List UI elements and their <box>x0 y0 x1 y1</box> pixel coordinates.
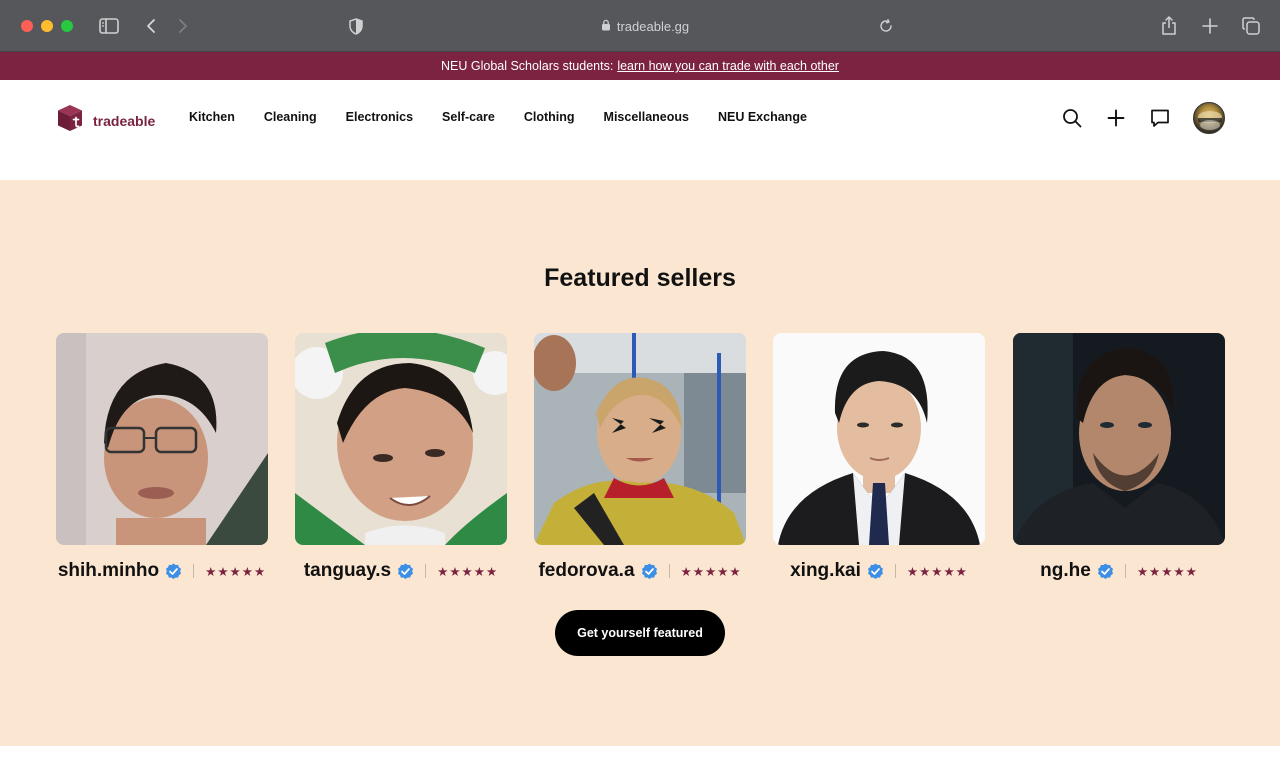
nav-link-cleaning[interactable]: Cleaning <box>264 110 317 124</box>
browser-toolbar: tradeable.gg <box>0 0 1280 52</box>
seller-info: ng.he ★★★★★ <box>1013 560 1225 582</box>
star-rating: ★★★★★ <box>680 564 742 579</box>
seller-card: tanguay.s ★★★★★ <box>295 333 507 581</box>
section-title: Featured sellers <box>544 264 736 292</box>
logo[interactable]: tradeable <box>56 104 155 137</box>
featured-sellers-section: Featured sellers shih.minho ★★★★★ tangua… <box>0 180 1280 746</box>
divider <box>668 564 670 578</box>
seller-name[interactable]: fedorova.a <box>538 560 634 582</box>
announcement-text: NEU Global Scholars students: <box>441 59 614 73</box>
reload-icon[interactable] <box>874 14 898 38</box>
verified-icon <box>165 563 182 580</box>
seller-name[interactable]: xing.kai <box>790 560 861 582</box>
forward-icon[interactable] <box>171 14 195 38</box>
seller-info: fedorova.a ★★★★★ <box>534 560 746 582</box>
seller-photo[interactable] <box>534 333 746 545</box>
address-bar[interactable]: tradeable.gg <box>560 14 730 38</box>
user-avatar[interactable] <box>1193 102 1225 134</box>
star-rating: ★★★★★ <box>437 564 499 579</box>
new-tab-icon[interactable] <box>1198 14 1222 38</box>
seller-photo[interactable] <box>1013 333 1225 545</box>
seller-card: xing.kai ★★★★★ <box>773 333 985 581</box>
seller-name[interactable]: tanguay.s <box>304 560 391 582</box>
nav-link-electronics[interactable]: Electronics <box>346 110 413 124</box>
tabs-icon[interactable] <box>1239 14 1263 38</box>
seller-photo[interactable] <box>295 333 507 545</box>
nav-link-miscellaneous[interactable]: Miscellaneous <box>604 110 689 124</box>
logo-text: tradeable <box>93 112 156 129</box>
sidebar-icon[interactable] <box>97 14 121 38</box>
get-featured-button[interactable]: Get yourself featured <box>555 610 725 656</box>
seller-card: ng.he ★★★★★ <box>1013 333 1225 581</box>
star-rating: ★★★★★ <box>906 564 968 579</box>
divider <box>894 564 896 578</box>
seller-card: shih.minho ★★★★★ <box>56 333 268 581</box>
seller-name[interactable]: ng.he <box>1040 560 1091 582</box>
page-below-section <box>0 746 1280 784</box>
announcement-link[interactable]: learn how you can trade with each other <box>617 59 839 73</box>
announcement-bar: NEU Global Scholars students: learn how … <box>0 52 1280 80</box>
seller-info: shih.minho ★★★★★ <box>56 560 268 582</box>
star-rating: ★★★★★ <box>1136 564 1198 579</box>
seller-card: fedorova.a ★★★★★ <box>534 333 746 581</box>
nav-link-clothing[interactable]: Clothing <box>524 110 575 124</box>
verified-icon <box>397 563 414 580</box>
category-nav: Kitchen Cleaning Electronics Self-care C… <box>189 110 836 124</box>
site-header: tradeable Kitchen Cleaning Electronics S… <box>0 80 1280 180</box>
nav-link-kitchen[interactable]: Kitchen <box>189 110 235 124</box>
lock-icon <box>601 19 611 34</box>
seller-photo[interactable] <box>773 333 985 545</box>
chat-icon[interactable] <box>1148 106 1172 130</box>
seller-info: xing.kai ★★★★★ <box>773 560 985 582</box>
close-window-button[interactable] <box>21 20 33 32</box>
divider <box>1124 564 1126 578</box>
star-rating: ★★★★★ <box>205 564 267 579</box>
verified-icon <box>1097 563 1114 580</box>
back-icon[interactable] <box>139 14 163 38</box>
seller-photo[interactable] <box>56 333 268 545</box>
nav-link-self-care[interactable]: Self-care <box>442 110 495 124</box>
seller-name[interactable]: shih.minho <box>58 560 159 582</box>
url-text: tradeable.gg <box>616 18 690 34</box>
logo-box-icon <box>56 104 84 137</box>
nav-link-neu-exchange[interactable]: NEU Exchange <box>718 110 807 124</box>
verified-icon <box>641 563 658 580</box>
minimize-window-button[interactable] <box>41 20 53 32</box>
seller-info: tanguay.s ★★★★★ <box>295 560 507 582</box>
maximize-window-button[interactable] <box>61 20 73 32</box>
plus-icon[interactable] <box>1104 106 1128 130</box>
share-icon[interactable] <box>1157 14 1181 38</box>
shield-icon[interactable] <box>344 14 368 38</box>
divider <box>425 564 427 578</box>
search-icon[interactable] <box>1060 106 1084 130</box>
verified-icon <box>867 563 884 580</box>
divider <box>193 564 195 578</box>
